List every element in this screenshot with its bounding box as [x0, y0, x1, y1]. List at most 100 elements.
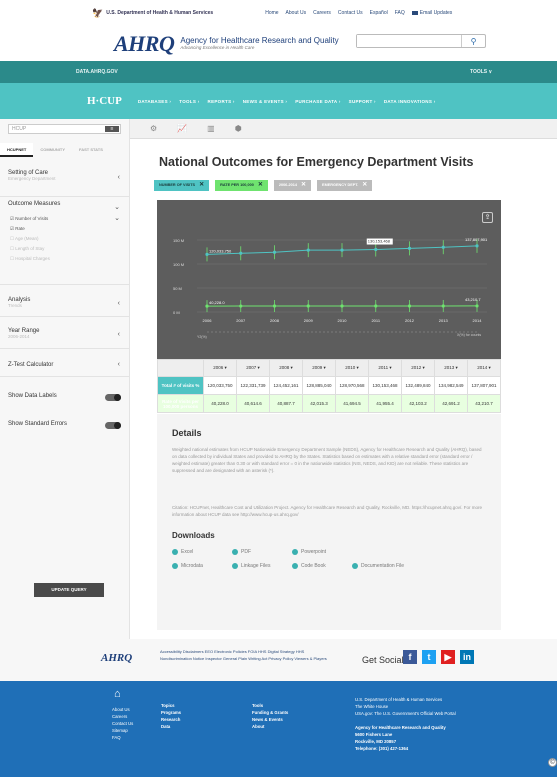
chip-setting[interactable]: EMERGENCY DEPT. ✕	[317, 180, 373, 191]
download-powerpoint[interactable]: Powerpoint	[292, 549, 326, 555]
close-icon[interactable]: ✕	[362, 180, 367, 191]
footer-link[interactable]: Agency for Healthcare Research and Quali…	[355, 724, 446, 731]
z-test-calculator[interactable]: Z-Test Calculator ‹	[0, 361, 130, 368]
nav-data-innovations[interactable]: DATA INNOVATIONS ›	[384, 99, 436, 104]
link-careers[interactable]: Careers	[313, 10, 331, 16]
option-rate[interactable]: ☑ Rate	[0, 224, 130, 234]
download-code-book[interactable]: Code Book	[292, 563, 326, 569]
tools-menu[interactable]: TOOLS ∨	[470, 69, 492, 75]
nav-reports[interactable]: REPORTS ›	[208, 99, 235, 104]
year-column-header[interactable]: 2013 ▾	[434, 359, 468, 377]
hhs-link[interactable]: 🦅 U.S. Department of Health & Human Serv…	[92, 8, 213, 19]
table-cell: 43,210.7	[467, 394, 501, 413]
search-input[interactable]	[357, 35, 461, 47]
standard-errors-toggle[interactable]	[105, 422, 121, 429]
download-documentation-file[interactable]: Documentation File	[352, 563, 404, 569]
line-chart-icon[interactable]: 📈	[177, 124, 187, 133]
data-ahrq-link[interactable]: DATA.AHRQ.GOV	[76, 69, 118, 75]
tab-community[interactable]: COMMUNITY	[33, 143, 72, 157]
footer-link[interactable]: USA.gov: The U.S. Government's Official …	[355, 710, 456, 717]
footer-link[interactable]: Sitemap	[112, 727, 133, 734]
tab-hcupnet[interactable]: HCUPNET	[0, 143, 34, 157]
ahrq-logo[interactable]: AHRQ	[114, 31, 175, 57]
nav-support[interactable]: SUPPORT ›	[349, 99, 376, 104]
footer-ahrq-logo[interactable]: AHRQ	[101, 652, 132, 664]
database-select[interactable]: HCUP ≡	[8, 124, 121, 134]
chip-rate[interactable]: RATE PER 100,000 ✕	[215, 180, 268, 191]
youtube-icon[interactable]: ▶	[441, 650, 455, 664]
footer-link[interactable]: The White House	[355, 703, 456, 710]
year-range[interactable]: Year Range 2006-2014 ‹	[0, 328, 130, 339]
nav-purchase-data[interactable]: PURCHASE DATA ›	[295, 99, 340, 104]
close-icon[interactable]: ✕	[199, 180, 204, 191]
x-tick-label: 2012	[405, 318, 415, 323]
outcome-measures[interactable]: Outcome Measures ⌄	[0, 201, 130, 211]
footer-link[interactable]: Funding & Grants	[252, 709, 288, 716]
email-updates-link[interactable]: Email Updates	[411, 10, 452, 16]
year-column-header[interactable]: 2012 ▾	[401, 359, 435, 377]
year-column-header[interactable]: 2014 ▾	[467, 359, 501, 377]
footer-link[interactable]: About	[252, 723, 288, 730]
twitter-icon[interactable]: t	[422, 650, 436, 664]
update-query-button[interactable]: UPDATE QUERY	[34, 583, 104, 597]
chip-years[interactable]: 2006-2014 ✕	[273, 180, 312, 191]
nav-news-events[interactable]: NEWS & EVENTS ›	[243, 99, 288, 104]
footer-link[interactable]: Rockville, MD 20857	[355, 738, 446, 745]
data-label: 40,228.0	[209, 300, 225, 305]
bar-chart-icon[interactable]: ▥	[207, 124, 215, 133]
search-button[interactable]: ⚲	[461, 35, 485, 47]
facebook-icon[interactable]: f	[403, 650, 417, 664]
hcup-logo[interactable]: H·CUP	[87, 95, 122, 107]
settings-icon[interactable]: ⚙	[150, 124, 157, 133]
footer-link[interactable]: Careers	[112, 713, 133, 720]
link-espanol[interactable]: Español	[370, 10, 388, 16]
year-column-header[interactable]: 2009 ▾	[302, 359, 336, 377]
year-column-header[interactable]: 2011 ▾	[368, 359, 402, 377]
home-icon[interactable]: ⌂	[114, 689, 121, 700]
nav-databases[interactable]: DATABASES ›	[138, 99, 171, 104]
data-labels-toggle[interactable]	[105, 394, 121, 401]
footer-link[interactable]: Telephone: (301) 427-1364	[355, 745, 446, 752]
footer-link[interactable]: About Us	[112, 706, 133, 713]
footer-link[interactable]: Contact Us	[112, 720, 133, 727]
year-column-header[interactable]: 2007 ▾	[236, 359, 270, 377]
footer-link[interactable]: Tools	[252, 702, 288, 709]
download-microdata[interactable]: Microdata	[172, 563, 203, 569]
select-toggle-icon: ≡	[105, 126, 119, 132]
footer-link[interactable]: Programs	[161, 709, 181, 716]
option-age-mean[interactable]: ☐ Age (Mean)	[0, 234, 130, 244]
link-faq[interactable]: FAQ	[395, 10, 405, 16]
year-column-header[interactable]: 2008 ▾	[269, 359, 303, 377]
footer-link[interactable]: Research	[161, 716, 181, 723]
footer-link[interactable]: News & Events	[252, 716, 288, 723]
option-number-of-visits[interactable]: ☑ Number of Visits ⌄	[0, 214, 130, 224]
download-linkage-files[interactable]: Linkage Files	[232, 563, 270, 569]
linkedin-icon[interactable]: in	[460, 650, 474, 664]
download-pdf[interactable]: PDF	[232, 549, 251, 555]
footer-link[interactable]: U.S. Department of Health & Human Servic…	[355, 696, 456, 703]
link-about[interactable]: About Us	[286, 10, 307, 16]
analysis[interactable]: Analysis Trends ‹	[0, 297, 130, 308]
close-icon[interactable]: ✕	[301, 180, 306, 191]
trend-chart: ⇪ 150 M 100 M 50 M0 M 2006 2007 2008 2009 2010 2…	[157, 200, 501, 359]
footer-policy-links[interactable]: Accessibility Disclaimers EEO Electronic…	[160, 649, 330, 662]
year-column-header[interactable]: 2006 ▾	[203, 359, 237, 377]
close-icon[interactable]: ✕	[258, 180, 263, 191]
download-excel[interactable]: Excel	[172, 549, 193, 555]
tab-fast-stats[interactable]: FAST STATS	[72, 143, 110, 157]
chip-number-of-visits[interactable]: NUMBER OF VISITS ✕	[154, 180, 210, 191]
chip-label: 2006-2014	[278, 183, 298, 187]
footer-link[interactable]: Topics	[161, 702, 181, 709]
option-hospital-charges[interactable]: ☐ Hospital Charges	[0, 254, 130, 264]
option-length-of-stay[interactable]: ☐ Length of Stay	[0, 244, 130, 254]
footer-link[interactable]: 5600 Fishers Lane	[355, 731, 446, 738]
link-home[interactable]: Home	[265, 10, 278, 16]
year-column-header[interactable]: 2010 ▾	[335, 359, 369, 377]
setting-of-care[interactable]: Setting of Care Emergency Department ‹	[0, 170, 130, 192]
link-contact[interactable]: Contact Us	[338, 10, 363, 16]
nav-tools[interactable]: TOOLS ›	[179, 99, 199, 104]
footer-link[interactable]: FAQ	[112, 734, 133, 741]
feedback-icon[interactable]: ©	[548, 758, 557, 767]
footer-link[interactable]: Data	[161, 723, 181, 730]
map-icon[interactable]: ⬢	[235, 124, 242, 133]
